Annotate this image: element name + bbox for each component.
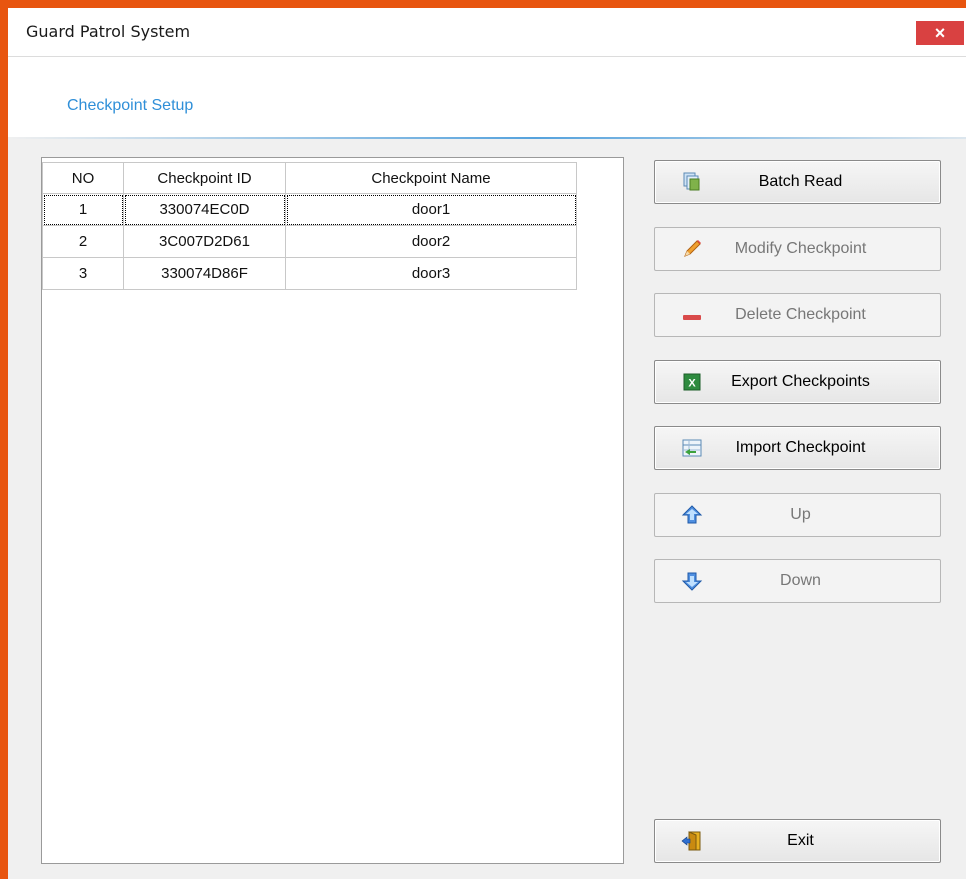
delete-checkpoint-label: Delete Checkpoint	[735, 306, 866, 323]
modify-checkpoint-label: Modify Checkpoint	[734, 240, 867, 257]
close-button[interactable]: ×	[916, 21, 964, 45]
cell-checkpoint-id: 330074D86F	[123, 257, 286, 290]
checkpoint-table: NO Checkpoint ID Checkpoint Name 1 33007…	[42, 162, 577, 290]
import-sheet-icon	[681, 437, 703, 459]
exit-button[interactable]: Exit	[654, 819, 941, 863]
batch-read-label: Batch Read	[758, 173, 843, 190]
table-header-row: NO Checkpoint ID Checkpoint Name	[42, 162, 577, 194]
checkpoint-table-panel: NO Checkpoint ID Checkpoint Name 1 33007…	[41, 157, 624, 864]
modify-checkpoint-button[interactable]: Modify Checkpoint	[654, 227, 941, 271]
cell-checkpoint-id: 3C007D2D61	[123, 225, 286, 258]
cell-checkpoint-id: 330074EC0D	[123, 193, 286, 226]
cell-no: 3	[42, 257, 124, 290]
column-header-checkpoint-id[interactable]: Checkpoint ID	[123, 162, 286, 194]
import-checkpoint-button[interactable]: Import Checkpoint	[654, 426, 941, 470]
cell-checkpoint-name: door2	[285, 225, 577, 258]
batch-read-button[interactable]: Batch Read	[654, 160, 941, 204]
window-title: Guard Patrol System	[26, 22, 191, 41]
exit-door-icon	[681, 830, 703, 852]
cell-no: 1	[42, 193, 124, 226]
cell-no: 2	[42, 225, 124, 258]
cell-checkpoint-name: door3	[285, 257, 577, 290]
close-icon: ×	[934, 23, 946, 43]
down-button[interactable]: Down	[654, 559, 941, 603]
section-header: Checkpoint Setup	[8, 57, 966, 137]
table-row[interactable]: 3 330074D86F door3	[42, 257, 577, 290]
up-button[interactable]: Up	[654, 493, 941, 537]
title-bar: Guard Patrol System ×	[8, 8, 966, 57]
stack-icon	[681, 171, 703, 193]
column-header-checkpoint-name[interactable]: Checkpoint Name	[285, 162, 577, 194]
export-checkpoints-label: Export Checkpoints	[731, 373, 870, 390]
arrow-up-icon	[681, 504, 703, 526]
table-row[interactable]: 1 330074EC0D door1	[42, 193, 577, 226]
minus-icon	[681, 304, 703, 326]
exit-label: Exit	[787, 832, 814, 849]
column-header-no[interactable]: NO	[42, 162, 124, 194]
header-divider	[8, 137, 966, 139]
section-title: Checkpoint Setup	[67, 97, 194, 114]
up-label: Up	[790, 506, 811, 523]
table-row[interactable]: 2 3C007D2D61 door2	[42, 225, 577, 258]
pencil-icon	[681, 238, 703, 260]
app-window: Guard Patrol System × Checkpoint Setup N…	[8, 8, 966, 879]
cell-checkpoint-name: door1	[285, 193, 577, 226]
svg-text:X: X	[688, 378, 696, 390]
export-checkpoints-button[interactable]: X Export Checkpoints	[654, 360, 941, 404]
arrow-down-icon	[681, 570, 703, 592]
delete-checkpoint-button[interactable]: Delete Checkpoint	[654, 293, 941, 337]
down-label: Down	[780, 572, 821, 589]
import-checkpoint-label: Import Checkpoint	[735, 439, 866, 456]
excel-icon: X	[681, 371, 703, 393]
